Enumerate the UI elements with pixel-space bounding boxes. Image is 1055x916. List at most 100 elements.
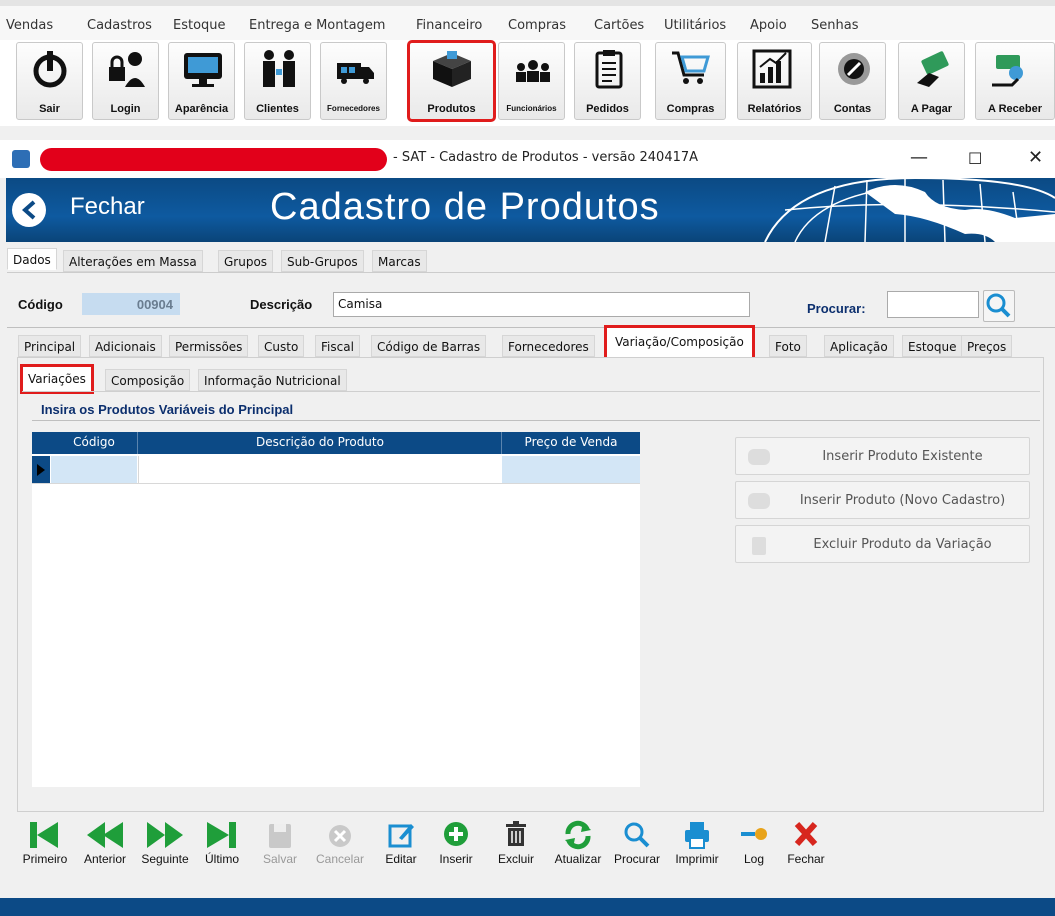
subtab-informacao-nutricional[interactable]: Informação Nutricional bbox=[198, 369, 347, 391]
close-window-icon[interactable]: ✕ bbox=[1028, 147, 1043, 168]
ultimo-button[interactable]: Último bbox=[200, 818, 244, 880]
minimize-icon[interactable]: — bbox=[910, 147, 928, 168]
power-icon bbox=[33, 51, 67, 88]
tab-principal[interactable]: Principal bbox=[18, 335, 82, 357]
menu-compras[interactable]: Compras bbox=[508, 18, 566, 33]
globe-icon bbox=[764, 178, 1055, 242]
toolbar-produtos-button[interactable]: Produtos bbox=[407, 40, 496, 122]
status-bar bbox=[0, 898, 1055, 916]
tab-precos[interactable]: Preços bbox=[961, 335, 1013, 357]
anterior-button[interactable]: Anterior bbox=[76, 818, 134, 880]
procurar-input[interactable] bbox=[887, 291, 979, 318]
tab-codigo-de-barras[interactable]: Código de Barras bbox=[371, 335, 487, 357]
cancel-icon bbox=[329, 825, 351, 847]
inserir-button[interactable]: Inserir bbox=[434, 818, 478, 880]
toolbar-label: Funcionários bbox=[506, 104, 557, 113]
cell-preco[interactable] bbox=[502, 456, 640, 483]
col-descricao[interactable]: Descrição do Produto bbox=[138, 435, 502, 449]
button-label: Inserir Produto (Novo Cadastro) bbox=[799, 493, 1006, 508]
chart-icon bbox=[752, 49, 792, 89]
primeiro-button[interactable]: Primeiro bbox=[18, 818, 72, 880]
seguinte-button[interactable]: Seguinte bbox=[136, 818, 194, 880]
redacted-company-name bbox=[40, 148, 387, 171]
tab-fornecedores[interactable]: Fornecedores bbox=[502, 335, 595, 357]
menu-senhas[interactable]: Senhas bbox=[811, 18, 858, 33]
button-label: Excluir Produto da Variação bbox=[813, 537, 992, 552]
tab-custo[interactable]: Custo bbox=[258, 335, 305, 357]
descricao-field[interactable]: Camisa bbox=[333, 292, 750, 317]
toolbar-label: Aparência bbox=[174, 103, 229, 115]
divider bbox=[32, 420, 1040, 421]
imprimir-button[interactable]: Imprimir bbox=[668, 818, 726, 880]
menu-financeiro[interactable]: Financeiro bbox=[416, 18, 482, 33]
row-pointer-icon bbox=[37, 464, 45, 476]
tab-permissoes[interactable]: Permissões bbox=[169, 335, 249, 357]
col-preco-venda[interactable]: Preço de Venda bbox=[502, 435, 640, 449]
cancelar-button[interactable]: Cancelar bbox=[310, 818, 370, 880]
toolbar-fornecedores-button[interactable]: Fornecedores bbox=[320, 42, 387, 120]
inserir-produto-existente-button[interactable]: Inserir Produto Existente bbox=[735, 437, 1030, 475]
subtab-composicao[interactable]: Composição bbox=[105, 369, 191, 391]
tab-fiscal[interactable]: Fiscal bbox=[315, 335, 360, 357]
menu-cartoes[interactable]: Cartões bbox=[594, 18, 644, 33]
tab-sub-grupos[interactable]: Sub-Grupos bbox=[281, 250, 364, 272]
descricao-label: Descrição bbox=[250, 297, 313, 312]
toolbar-funcionarios-button[interactable]: Funcionários bbox=[498, 42, 565, 120]
toolbar-compras-button[interactable]: Compras bbox=[655, 42, 726, 120]
toolbar-login-button[interactable]: Login bbox=[92, 42, 159, 120]
monitor-icon bbox=[184, 53, 222, 87]
toolbar-a-pagar-button[interactable]: A Pagar bbox=[898, 42, 965, 120]
tab-variacao-composicao[interactable]: Variação/Composição bbox=[604, 325, 755, 360]
codigo-value: 00904 bbox=[136, 297, 173, 312]
menu-entrega-montagem[interactable]: Entrega e Montagem bbox=[249, 18, 385, 33]
tab-aplicacao[interactable]: Aplicação bbox=[824, 335, 894, 357]
menu-utilitarios[interactable]: Utilitários bbox=[664, 18, 726, 33]
col-codigo[interactable]: Código bbox=[52, 435, 136, 449]
subtab-variacoes[interactable]: Variações bbox=[20, 364, 94, 394]
plus-icon bbox=[444, 822, 468, 846]
salvar-button[interactable]: Salvar bbox=[258, 818, 302, 880]
tab-adicionais[interactable]: Adicionais bbox=[89, 335, 162, 357]
back-label[interactable]: Fechar bbox=[70, 193, 145, 221]
toolbar-clientes-button[interactable]: Clientes bbox=[244, 42, 311, 120]
editar-button[interactable]: Editar bbox=[379, 818, 423, 880]
cell-codigo[interactable] bbox=[51, 456, 137, 483]
excluir-button[interactable]: Excluir bbox=[494, 818, 538, 880]
excluir-produto-variacao-button[interactable]: Excluir Produto da Variação bbox=[735, 525, 1030, 563]
nav-label: Excluir bbox=[497, 852, 534, 866]
procurar-nav-button[interactable]: Procurar bbox=[608, 818, 666, 880]
fechar-button[interactable]: Fechar bbox=[784, 818, 828, 880]
divider bbox=[7, 327, 1055, 328]
tab-marcas[interactable]: Marcas bbox=[372, 250, 427, 272]
toolbar-sair-button[interactable]: Sair bbox=[16, 42, 83, 120]
variations-grid[interactable] bbox=[32, 432, 640, 787]
cell-descricao[interactable] bbox=[138, 456, 502, 483]
toolbar-aparencia-button[interactable]: Aparência bbox=[168, 42, 235, 120]
toolbar-contas-button[interactable]: Contas bbox=[819, 42, 886, 120]
maximize-icon[interactable]: ☐ bbox=[968, 149, 982, 168]
tab-estoque[interactable]: Estoque bbox=[902, 335, 963, 357]
nav-label: Fechar bbox=[787, 852, 825, 866]
codigo-field[interactable]: 00904 bbox=[82, 293, 180, 315]
printer-icon bbox=[685, 822, 709, 849]
divider bbox=[22, 391, 1040, 392]
menu-apoio[interactable]: Apoio bbox=[750, 18, 787, 33]
tab-grupos[interactable]: Grupos bbox=[218, 250, 274, 272]
tab-foto[interactable]: Foto bbox=[769, 335, 807, 357]
toolbar-a-receber-button[interactable]: A Receber bbox=[975, 42, 1055, 120]
menu-estoque[interactable]: Estoque bbox=[173, 18, 226, 33]
tab-alteracoes-em-massa[interactable]: Alterações em Massa bbox=[63, 250, 203, 272]
toolbar-relatorios-button[interactable]: Relatórios bbox=[737, 42, 812, 120]
menu-cadastros[interactable]: Cadastros bbox=[87, 18, 152, 33]
toolbar-pedidos-button[interactable]: Pedidos bbox=[574, 42, 641, 120]
table-row[interactable] bbox=[32, 456, 640, 484]
tab-dados[interactable]: Dados bbox=[7, 248, 57, 270]
procurar-button[interactable] bbox=[983, 290, 1015, 322]
toolbar-label: Fornecedores bbox=[327, 104, 380, 113]
log-button[interactable]: Log bbox=[736, 818, 772, 880]
back-button[interactable] bbox=[12, 193, 46, 227]
toolbar-label: A Pagar bbox=[910, 103, 953, 115]
inserir-produto-novo-button[interactable]: Inserir Produto (Novo Cadastro) bbox=[735, 481, 1030, 519]
menu-vendas[interactable]: Vendas bbox=[6, 18, 53, 33]
atualizar-button[interactable]: Atualizar bbox=[548, 818, 608, 880]
